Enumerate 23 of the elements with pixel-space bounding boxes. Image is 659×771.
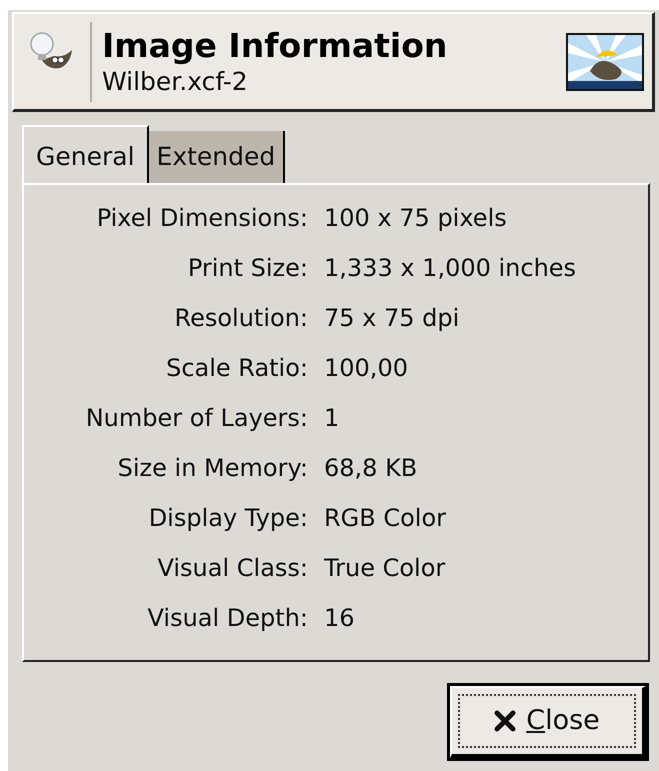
field-label: Display Type: <box>148 503 308 534</box>
field-value: 1 <box>324 403 340 434</box>
field-value: True Color <box>324 553 446 584</box>
field-label: Resolution: <box>174 303 308 334</box>
field-value: 75 x 75 dpi <box>324 303 460 334</box>
field-label: Visual Class: <box>156 553 308 584</box>
field-label: Visual Depth: <box>146 603 308 634</box>
file-name: Wilber.xcf-2 <box>102 66 249 98</box>
field-value: 1,333 x 1,000 inches <box>324 253 578 284</box>
close-button[interactable]: Close <box>450 686 646 758</box>
field-value: 100,00 <box>324 353 409 384</box>
field-value: RGB Color <box>324 503 448 534</box>
tab[interactable]: Extended <box>148 131 286 183</box>
field-label: Scale Ratio: <box>165 353 308 384</box>
field-value: 100 x 75 pixels <box>324 203 508 234</box>
field-label: Size in Memory: <box>116 453 308 484</box>
field-label: Number of Layers: <box>84 403 308 434</box>
close-icon <box>494 710 516 732</box>
field-label: Print Size: <box>186 253 308 284</box>
field-label: Pixel Dimensions: <box>96 203 308 234</box>
field-value: 68,8 KB <box>324 453 418 484</box>
dialog-title: Image Information <box>102 26 448 66</box>
field-value: 16 <box>324 603 356 634</box>
